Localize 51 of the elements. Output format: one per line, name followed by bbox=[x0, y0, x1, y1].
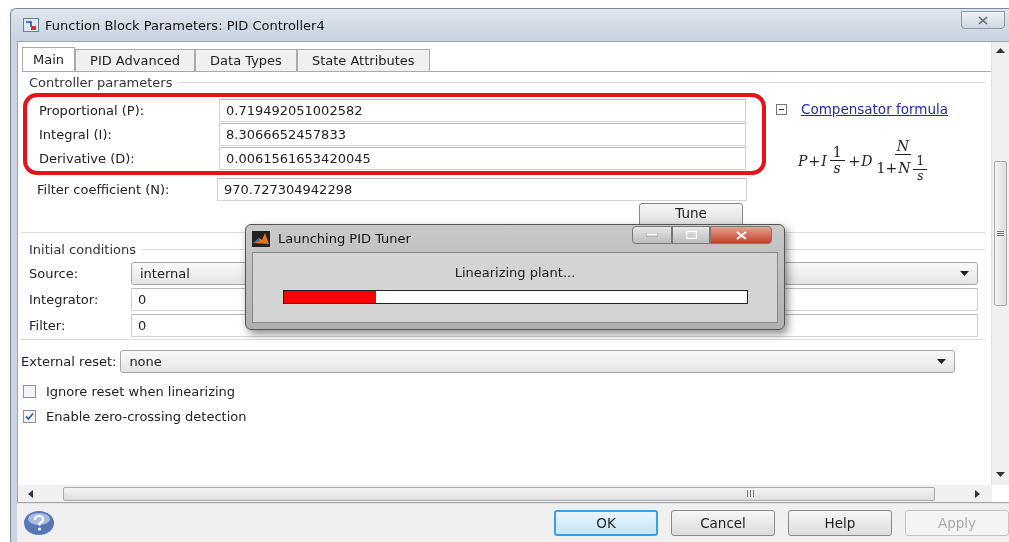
tab[interactable]: PID Advanced bbox=[75, 49, 196, 71]
section-title: Controller parameters bbox=[29, 74, 173, 90]
field-label: Proportional (P): bbox=[39, 102, 146, 118]
dialog-button[interactable]: OK bbox=[554, 510, 658, 536]
input-field[interactable]: 8.3066652457833 bbox=[219, 122, 746, 146]
compensator-link[interactable]: Compensator formula bbox=[801, 101, 949, 117]
minimize-icon bbox=[646, 233, 658, 237]
checkbox-label: Ignore reset when linearizing bbox=[46, 383, 236, 399]
minimize-button[interactable] bbox=[632, 226, 672, 244]
maximize-icon bbox=[685, 231, 697, 239]
scrollbar-thumb[interactable] bbox=[994, 161, 1007, 306]
scroll-down-icon[interactable] bbox=[996, 472, 1005, 477]
scrollbar-thumb[interactable] bbox=[63, 486, 935, 501]
block-icon bbox=[23, 18, 39, 32]
dialog-button: Apply bbox=[905, 510, 1009, 536]
close-icon bbox=[735, 230, 747, 240]
dialog-button[interactable]: Cancel bbox=[671, 510, 775, 536]
maximize-button[interactable] bbox=[672, 226, 710, 244]
peak-logo-icon bbox=[252, 230, 270, 247]
status-message: Linearizing plant... bbox=[454, 265, 576, 280]
close-button[interactable] bbox=[710, 226, 772, 244]
field-label: External reset: bbox=[21, 354, 117, 369]
checkbox[interactable] bbox=[23, 384, 36, 398]
checkbox-label: Enable zero-crossing detection bbox=[46, 408, 247, 424]
tab[interactable]: Main bbox=[22, 47, 76, 71]
field-label: Integral (I): bbox=[39, 126, 113, 142]
field-label: Integrator: bbox=[29, 291, 100, 307]
scroll-left-icon[interactable] bbox=[28, 489, 33, 498]
dialog-button[interactable]: Help bbox=[788, 510, 892, 536]
field-label: Filter coefficient (N): bbox=[37, 181, 171, 197]
field-label: Source: bbox=[29, 265, 80, 281]
collapse-icon[interactable] bbox=[776, 103, 787, 115]
checkbox[interactable] bbox=[23, 409, 36, 423]
field-label: Filter: bbox=[29, 317, 67, 333]
input-field[interactable]: 970.727304942298 bbox=[217, 177, 747, 201]
dialog-title: Launching PID Tuner bbox=[278, 231, 411, 246]
tab[interactable]: Data Types bbox=[195, 49, 297, 71]
tab[interactable]: State Attributes bbox=[296, 49, 430, 71]
close-button[interactable] bbox=[961, 11, 1005, 29]
input-field[interactable]: 0.0061561653420045 bbox=[219, 146, 746, 170]
dropdown-arrow-icon bbox=[960, 270, 969, 276]
help-icon[interactable] bbox=[23, 510, 55, 536]
close-icon bbox=[978, 15, 988, 25]
input-field[interactable]: 0.719492051002582 bbox=[219, 98, 746, 122]
section-title: Initial conditions bbox=[29, 241, 136, 257]
scroll-right-icon[interactable] bbox=[975, 489, 980, 498]
window-title: Function Block Parameters: PID Controller4 bbox=[45, 17, 325, 33]
field-label: Derivative (D): bbox=[39, 150, 136, 166]
scroll-up-icon[interactable] bbox=[996, 48, 1005, 53]
dropdown[interactable]: none bbox=[120, 350, 956, 373]
dropdown-arrow-icon bbox=[937, 359, 947, 364]
